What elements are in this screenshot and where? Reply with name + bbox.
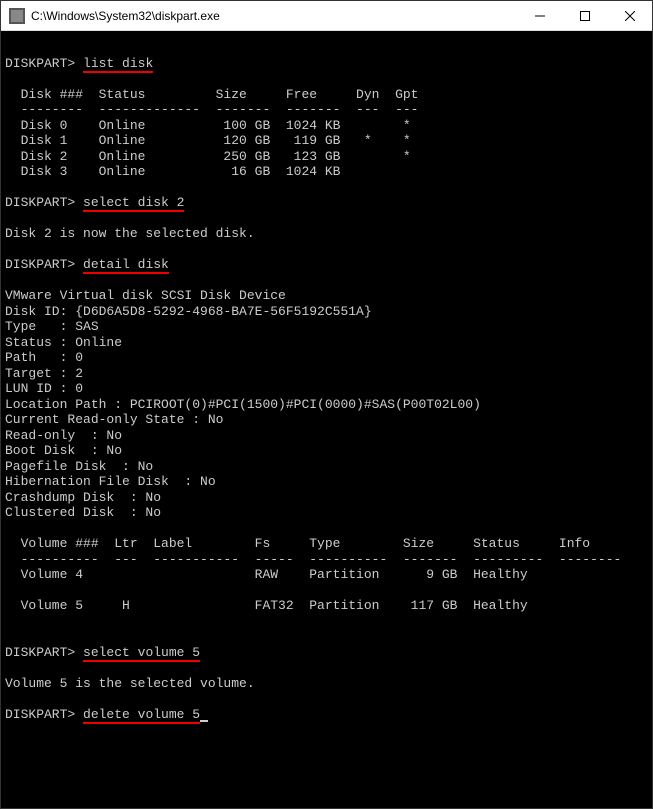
detail-line: Location Path : PCIROOT(0)#PCI(1500)#PCI…	[5, 397, 481, 412]
close-icon	[625, 11, 635, 21]
prompt-line: DISKPART> list disk	[5, 56, 153, 73]
cmd-delete-volume: delete volume 5	[83, 707, 200, 724]
prompt: DISKPART>	[5, 56, 75, 71]
app-icon	[9, 8, 25, 24]
prompt-line: DISKPART> select disk 2	[5, 195, 184, 212]
select-disk-message: Disk 2 is now the selected disk.	[5, 226, 255, 241]
disk-table-header: Disk ### Status Size Free Dyn Gpt	[5, 87, 418, 102]
prompt: DISKPART>	[5, 645, 75, 660]
prompt-line: DISKPART> select volume 5	[5, 645, 200, 662]
window-controls	[517, 1, 652, 30]
cursor	[200, 720, 208, 722]
table-row: Disk 3 Online 16 GB 1024 KB	[5, 164, 340, 179]
table-row: Disk 0 Online 100 GB 1024 KB *	[5, 118, 411, 133]
table-row: Disk 2 Online 250 GB 123 GB *	[5, 149, 411, 164]
volume-table-header: Volume ### Ltr Label Fs Type Size Status…	[5, 536, 590, 551]
cmd-select-disk: select disk 2	[83, 195, 184, 212]
window-title: C:\Windows\System32\diskpart.exe	[31, 9, 517, 23]
detail-line: Disk ID: {D6D6A5D8-5292-4968-BA7E-56F519…	[5, 304, 372, 319]
maximize-icon	[580, 11, 590, 21]
cmd-detail-disk: detail disk	[83, 257, 169, 274]
maximize-button[interactable]	[562, 1, 607, 30]
titlebar[interactable]: C:\Windows\System32\diskpart.exe	[1, 1, 652, 31]
minimize-icon	[535, 11, 545, 21]
detail-device: VMware Virtual disk SCSI Disk Device	[5, 288, 286, 303]
detail-line: Hibernation File Disk : No	[5, 474, 216, 489]
cmd-list-disk: list disk	[83, 56, 153, 73]
prompt-line: DISKPART> detail disk	[5, 257, 169, 274]
detail-line: Target : 2	[5, 366, 83, 381]
minimize-button[interactable]	[517, 1, 562, 30]
prompt: DISKPART>	[5, 195, 75, 210]
disk-table-divider: -------- ------------- ------- ------- -…	[5, 102, 418, 117]
detail-line: Pagefile Disk : No	[5, 459, 153, 474]
detail-line: Read-only : No	[5, 428, 122, 443]
application-window: C:\Windows\System32\diskpart.exe DISKPAR…	[0, 0, 653, 809]
terminal-output[interactable]: DISKPART> list disk Disk ### Status Size…	[1, 31, 652, 808]
table-row: Disk 1 Online 120 GB 119 GB * *	[5, 133, 411, 148]
detail-line: Boot Disk : No	[5, 443, 122, 458]
table-row: Volume 5 H FAT32 Partition 117 GB Health…	[5, 598, 528, 613]
select-volume-message: Volume 5 is the selected volume.	[5, 676, 255, 691]
table-row: Volume 4 RAW Partition 9 GB Healthy	[5, 567, 528, 582]
cmd-select-volume: select volume 5	[83, 645, 200, 662]
detail-line: LUN ID : 0	[5, 381, 83, 396]
detail-line: Status : Online	[5, 335, 122, 350]
detail-line: Current Read-only State : No	[5, 412, 223, 427]
volume-table-divider: ---------- --- ----------- ----- -------…	[5, 552, 621, 567]
detail-line: Type : SAS	[5, 319, 99, 334]
prompt-line: DISKPART> delete volume 5	[5, 707, 200, 724]
prompt: DISKPART>	[5, 707, 75, 722]
prompt: DISKPART>	[5, 257, 75, 272]
detail-line: Crashdump Disk : No	[5, 490, 161, 505]
close-button[interactable]	[607, 1, 652, 30]
detail-line: Path : 0	[5, 350, 83, 365]
detail-line: Clustered Disk : No	[5, 505, 161, 520]
